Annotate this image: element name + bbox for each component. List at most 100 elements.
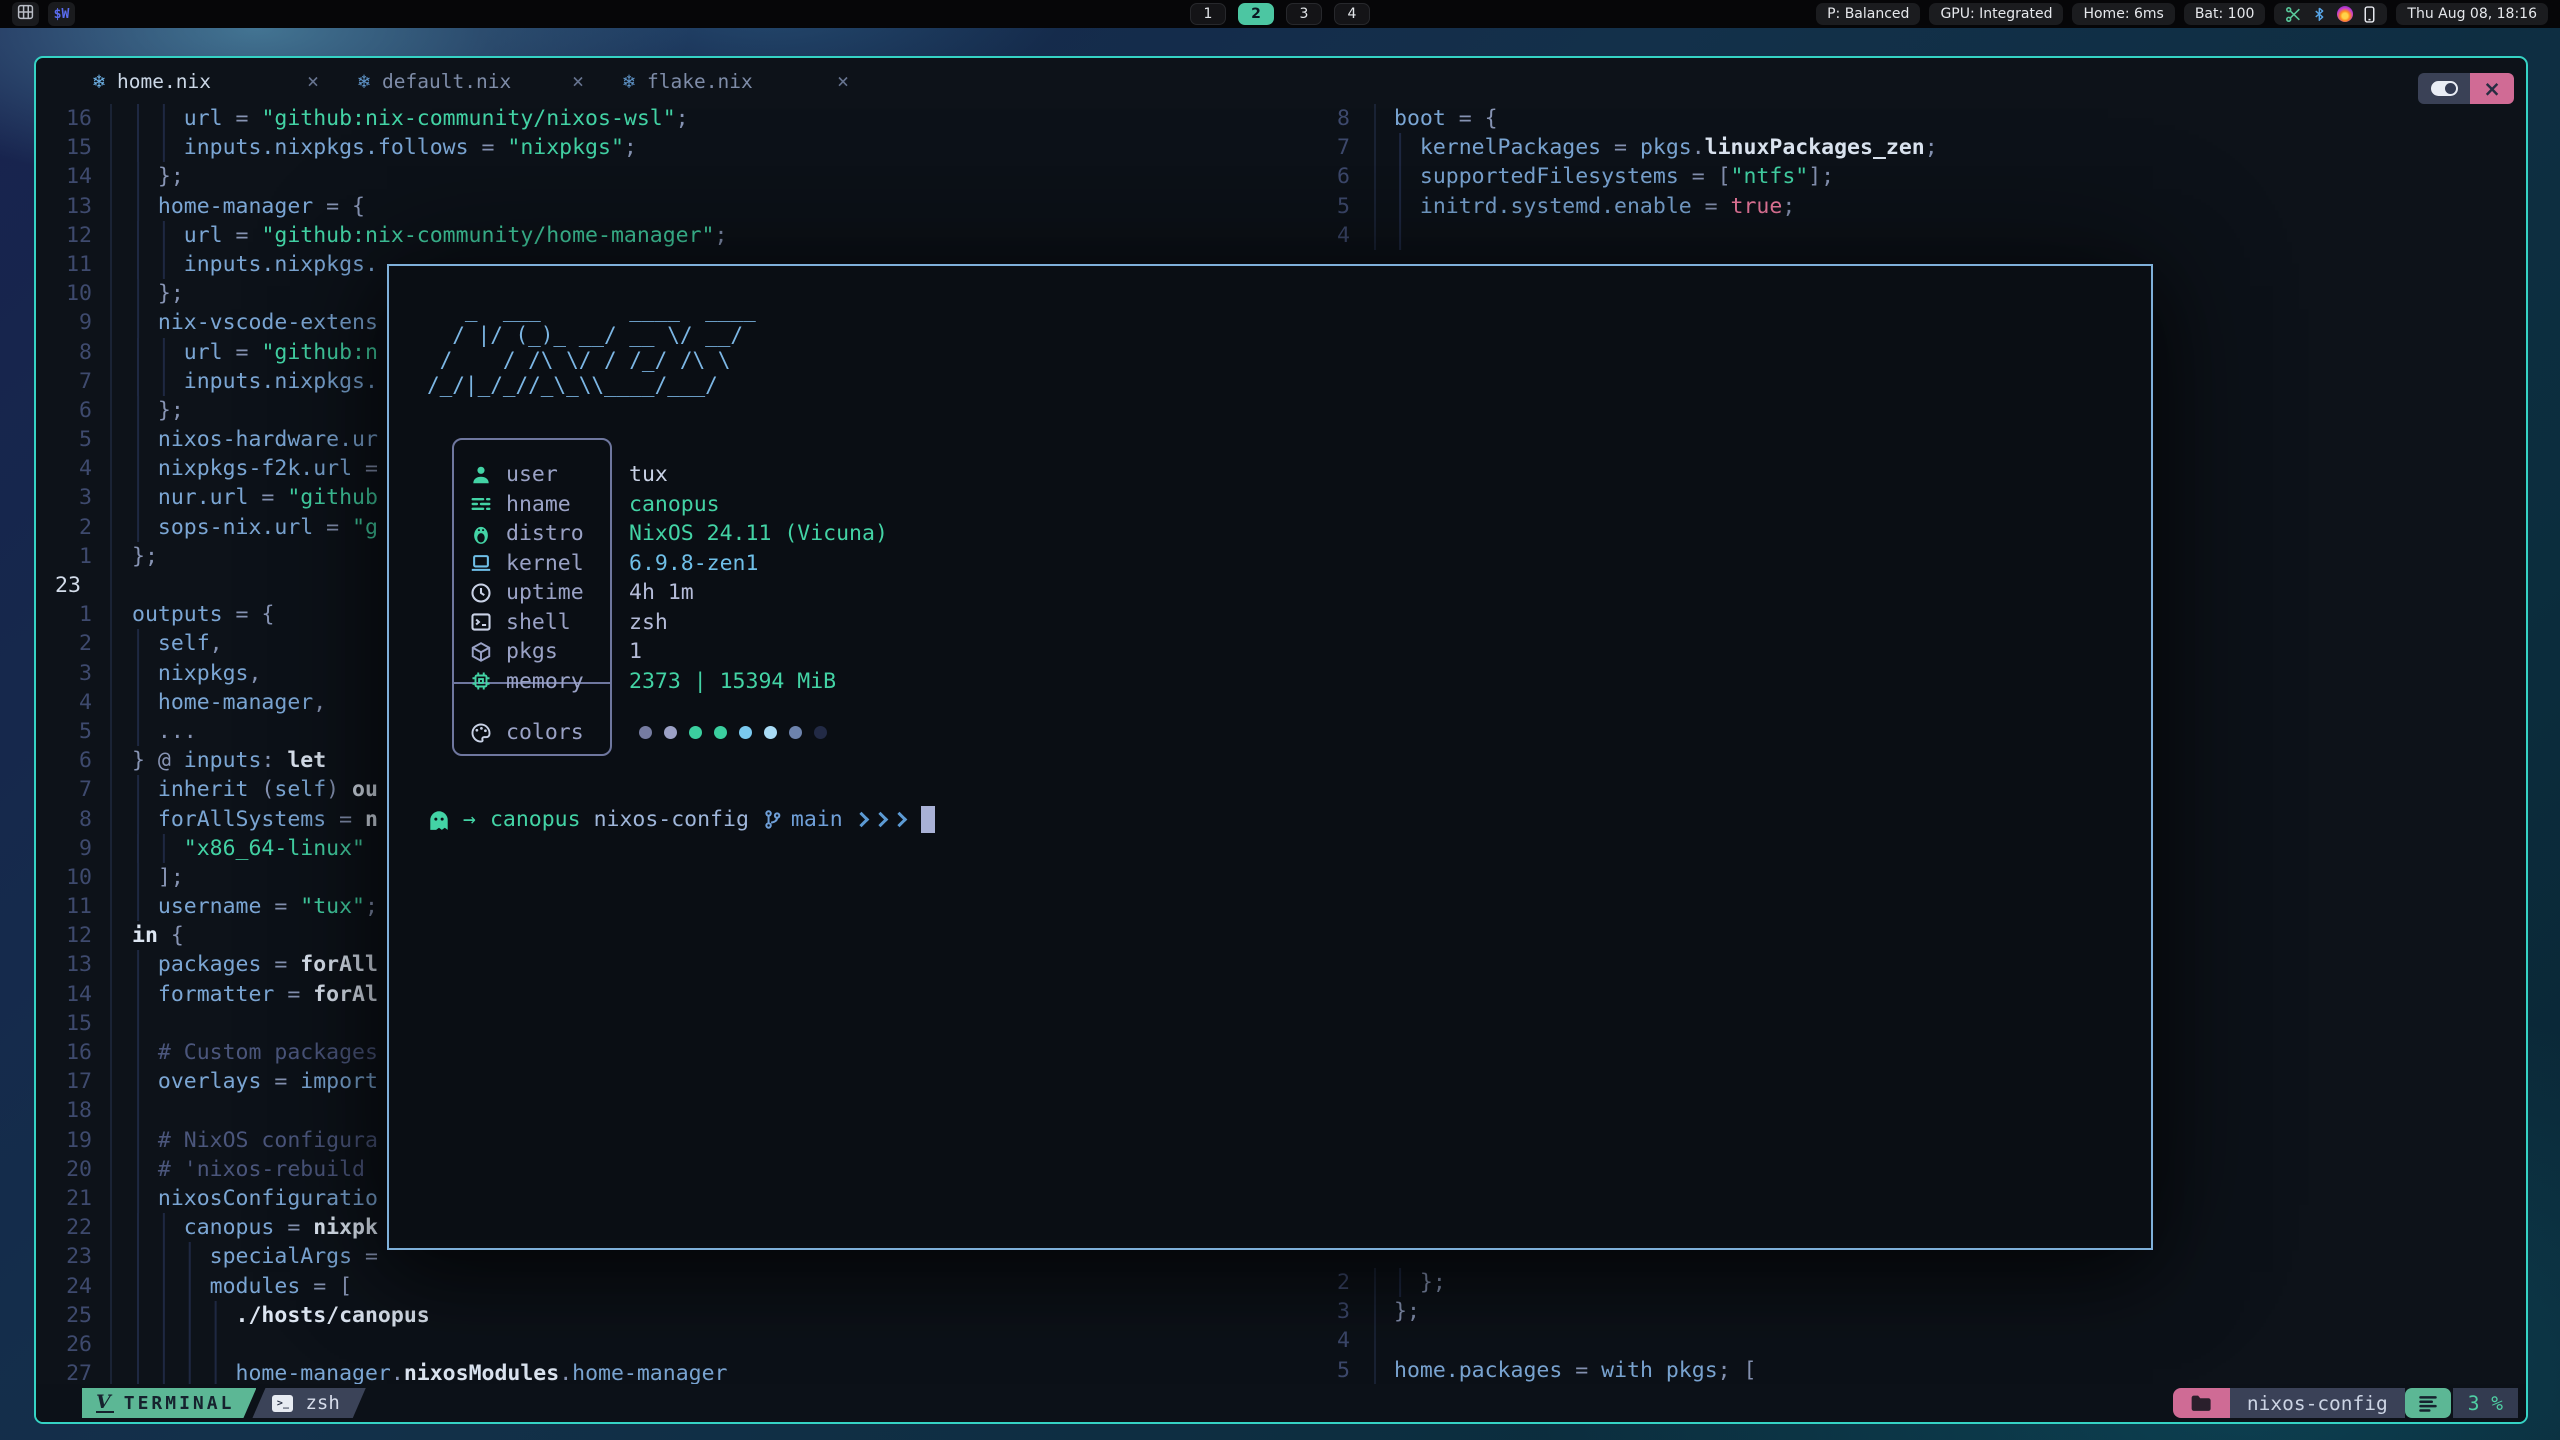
line-number: 13	[36, 950, 92, 979]
code-text: inherit (self) ou	[132, 775, 378, 804]
fetch-value: zsh	[629, 610, 668, 635]
code-token: "github:nix-community/nixos-wsl"	[261, 104, 675, 133]
tab-home.nix[interactable]: ❄home.nix×	[93, 69, 333, 93]
code-text: kernelPackages = pkgs.linuxPackages_zen;	[1394, 133, 1938, 162]
line-number: 26	[36, 1330, 92, 1359]
top-status-bar: $W 1234 P: BalancedGPU: IntegratedHome: …	[0, 0, 2560, 28]
code-line[interactable]: 25./hosts/canopus	[36, 1301, 1322, 1330]
sliders-icon	[468, 493, 494, 515]
indent-guides	[132, 1067, 158, 1096]
code-line[interactable]: 27home-manager.nixosModules.home-manager	[36, 1359, 1322, 1384]
fetch-row: kernel6.9.8-zen1	[452, 549, 888, 579]
fetch-row: shellzsh	[452, 608, 888, 638]
code-text: };	[132, 396, 184, 425]
code-token: ;	[624, 133, 637, 162]
code-line[interactable]: 15inputs.nixpkgs.follows = "nixpkgs";	[36, 133, 1322, 162]
indent-guides	[132, 892, 158, 921]
code-text: canopus = nixpk	[132, 1213, 378, 1242]
toggle-button[interactable]	[2418, 73, 2470, 104]
code-line[interactable]: 2};	[1324, 1268, 2526, 1297]
code-text: nixosConfiguratio	[132, 1184, 378, 1213]
workspace-button-1[interactable]: 1	[1190, 3, 1226, 25]
fetch-label: uptime	[506, 580, 606, 605]
indent-guides	[132, 950, 158, 979]
shell-segment[interactable]: >_ zsh	[252, 1388, 365, 1418]
phone-icon[interactable]	[2363, 6, 2376, 23]
penguin-icon	[468, 523, 494, 545]
indent-guides	[132, 192, 158, 221]
code-token: n	[365, 805, 378, 834]
code-text: };	[1394, 1268, 1446, 1297]
code-line[interactable]: 14};	[36, 162, 1322, 191]
code-line[interactable]: 16url = "github:nix-community/nixos-wsl"…	[36, 104, 1322, 133]
scissors-icon[interactable]	[2285, 6, 2302, 23]
nix-snowflake-icon: ❄	[358, 69, 370, 93]
ghost-icon	[427, 808, 451, 832]
fetch-value: tux	[629, 462, 668, 487]
code-token: =	[261, 1067, 300, 1096]
status-pill-1: GPU: Integrated	[1929, 3, 2063, 25]
close-window-button[interactable]: ×	[2470, 73, 2514, 104]
code-line[interactable]: 26	[36, 1330, 1322, 1359]
tab-close-icon[interactable]: ×	[572, 69, 584, 93]
code-line[interactable]: 8boot = {	[1324, 104, 2526, 133]
code-text: supportedFilesystems = ["ntfs"];	[1394, 162, 1834, 191]
code-text	[132, 1096, 158, 1125]
line-number: 2	[1324, 1268, 1350, 1297]
tab-flake.nix[interactable]: ❄flake.nix×	[623, 69, 863, 93]
indent-guides	[132, 1213, 184, 1242]
palette-dot-7	[814, 726, 827, 739]
indent-guides	[132, 396, 158, 425]
code-line[interactable]: 3};	[1324, 1297, 2526, 1326]
code-line[interactable]: 4	[1324, 221, 2526, 250]
code-line[interactable]: 5home.packages = with pkgs; [	[1324, 1356, 2526, 1384]
tab-close-icon[interactable]: ×	[307, 69, 319, 93]
code-token: forAl	[313, 980, 378, 1009]
code-token: };	[158, 279, 184, 308]
code-token: };	[158, 396, 184, 425]
code-line[interactable]: 5initrd.systemd.enable = true;	[1324, 192, 2526, 221]
code-line[interactable]: 4	[1324, 1326, 2526, 1355]
bluetooth-icon[interactable]	[2312, 6, 2327, 23]
keyboard-layout-badge[interactable]: $W	[48, 2, 75, 26]
fetch-row: uptime4h 1m	[452, 578, 888, 608]
workspace-button-4[interactable]: 4	[1334, 3, 1370, 25]
workspace-button-3[interactable]: 3	[1286, 3, 1322, 25]
code-text: home-manager,	[132, 688, 326, 717]
clock[interactable]: Thu Aug 08, 18:16	[2396, 3, 2548, 25]
code-token: ...	[158, 717, 197, 746]
palette-dot-1	[664, 726, 677, 739]
tab-default.nix[interactable]: ❄default.nix×	[358, 69, 598, 93]
code-line[interactable]: 7kernelPackages = pkgs.linuxPackages_zen…	[1324, 133, 2526, 162]
code-text: home-manager = {	[132, 192, 365, 221]
indent-guides	[132, 863, 158, 892]
code-token: nixpk	[313, 1213, 378, 1242]
workspace-button-2[interactable]: 2	[1238, 3, 1274, 25]
code-token: ; [	[1718, 1356, 1757, 1384]
code-token: outputs	[132, 600, 223, 629]
code-line[interactable]: 13home-manager = {	[36, 192, 1322, 221]
code-line[interactable]: 24modules = [	[36, 1272, 1322, 1301]
terminal-badge-icon: >_	[272, 1395, 293, 1412]
tab-close-icon[interactable]: ×	[837, 69, 849, 93]
line-number: 14	[36, 162, 92, 191]
indent-guides	[132, 513, 158, 542]
fetch-row: hnamecanopus	[452, 490, 888, 520]
indent-guides	[132, 338, 184, 367]
code-line[interactable]: 12url = "github:nix-community/home-manag…	[36, 221, 1322, 250]
code-token: pkgs	[1666, 1356, 1718, 1384]
fetch-label: kernel	[506, 551, 606, 576]
launcher-button[interactable]	[12, 2, 39, 26]
code-token	[1653, 1356, 1666, 1384]
git-branch-icon	[762, 809, 783, 830]
code-text: home.packages = with pkgs; [	[1394, 1356, 1756, 1384]
code-line[interactable]: 6supportedFilesystems = ["ntfs"];	[1324, 162, 2526, 191]
nix-snowflake-icon: ❄	[623, 69, 635, 93]
line-number: 24	[36, 1272, 92, 1301]
code-token: ;	[676, 104, 689, 133]
floating-terminal[interactable]: _ ___ ____ ____ / |/ (_)_ __/ __ \/ __/ …	[387, 264, 2153, 1250]
shell-prompt[interactable]: → canopus nixos-config main	[427, 806, 935, 833]
code-text: ...	[132, 717, 197, 746]
line-number: 2	[36, 513, 92, 542]
flame-icon[interactable]	[2337, 6, 2353, 22]
